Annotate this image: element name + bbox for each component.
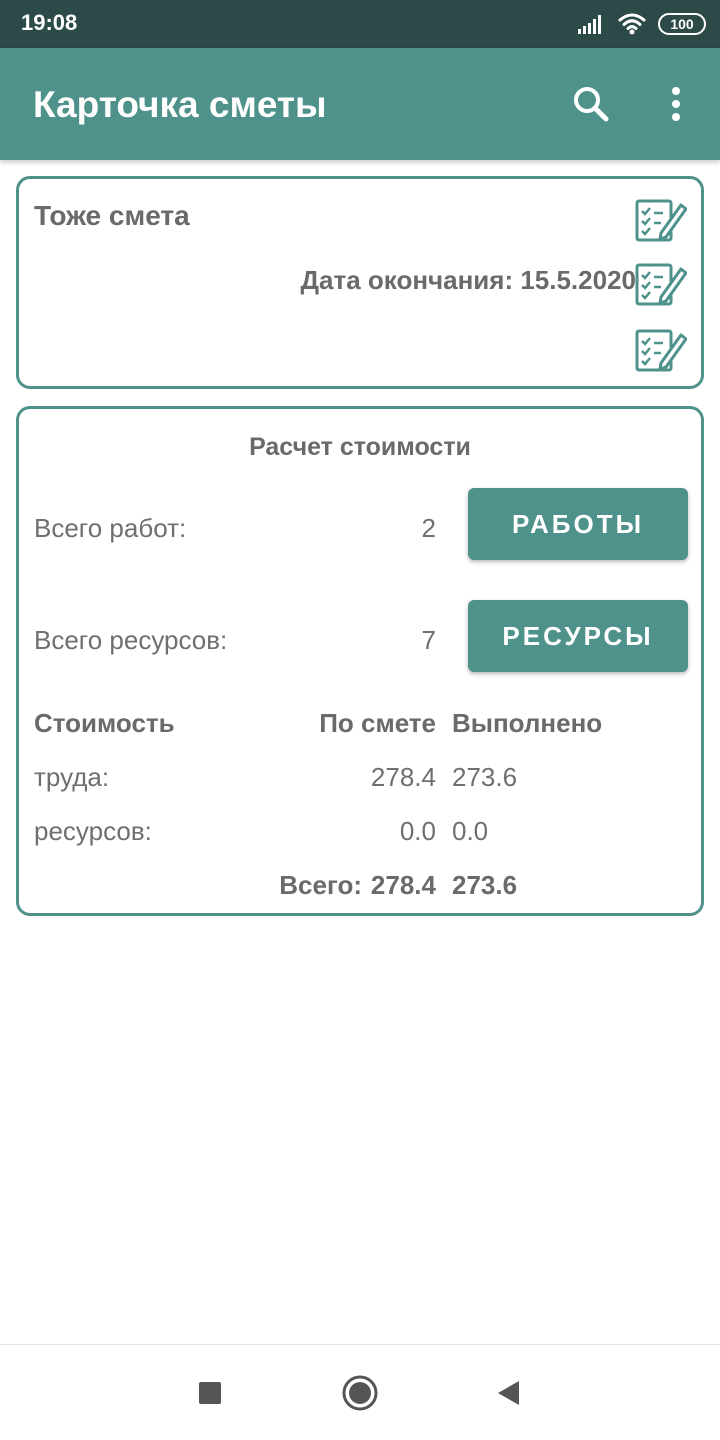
status-time: 19:08	[21, 10, 78, 35]
home-button[interactable]	[340, 1373, 380, 1413]
total-done: 273.6	[452, 870, 518, 900]
planned-header: По смете	[319, 708, 436, 738]
resources-planned: 0.0	[399, 816, 436, 846]
edit-name-button[interactable]	[635, 197, 688, 243]
search-icon	[574, 87, 609, 122]
wifi-icon	[618, 13, 646, 35]
battery-indicator: 100	[658, 13, 706, 35]
back-button[interactable]	[488, 1373, 528, 1413]
end-date: Дата окончания: 15.5.2020	[300, 265, 637, 295]
navigation-bar	[0, 1344, 720, 1440]
resources-button[interactable]: РЕСУРСЫ	[468, 600, 688, 672]
more-options-button[interactable]	[652, 80, 700, 128]
cost-calculation-card: Расчет стоимости Всего работ: 2 РАБОТЫ В…	[16, 406, 704, 916]
battery-level: 100	[670, 16, 694, 32]
edit-checklist-icon	[635, 199, 688, 242]
total-label: Всего:	[279, 870, 362, 900]
search-button[interactable]	[567, 80, 615, 128]
labor-done: 273.6	[452, 762, 518, 792]
circle-icon	[342, 1375, 378, 1411]
edit-checklist-icon	[635, 263, 688, 306]
app-bar: Карточка сметы	[0, 48, 720, 160]
recents-button[interactable]	[190, 1373, 230, 1413]
works-label: Всего работ:	[34, 513, 187, 543]
resources-done: 0.0	[452, 816, 489, 846]
estimate-card: Тоже смета Дата окончания: 15.5.2020	[16, 176, 704, 389]
signal-icon	[578, 15, 601, 34]
labor-label: труда:	[34, 762, 110, 792]
resources-cost-label: ресурсов:	[34, 816, 152, 846]
page-title: Карточка сметы	[33, 84, 327, 125]
status-bar: 19:08 100	[0, 0, 720, 48]
works-button[interactable]: РАБОТЫ	[468, 488, 688, 560]
estimate-name: Тоже смета	[34, 200, 190, 231]
edit-date-button[interactable]	[635, 261, 688, 307]
back-triangle-icon	[498, 1381, 519, 1405]
edit-description-button[interactable]	[635, 327, 688, 373]
square-icon	[199, 1382, 221, 1404]
section-title: Расчет стоимости	[249, 433, 471, 461]
labor-planned: 278.4	[370, 762, 436, 792]
more-vert-icon	[672, 87, 680, 121]
resources-label: Всего ресурсов:	[34, 625, 228, 655]
resources-count: 7	[421, 625, 436, 655]
edit-checklist-icon	[635, 329, 688, 372]
works-count: 2	[421, 513, 436, 543]
cost-header: Стоимость	[34, 708, 175, 738]
done-header: Выполнено	[452, 708, 603, 738]
total-planned: 278.4	[370, 870, 436, 900]
status-icons: 100	[578, 10, 706, 38]
